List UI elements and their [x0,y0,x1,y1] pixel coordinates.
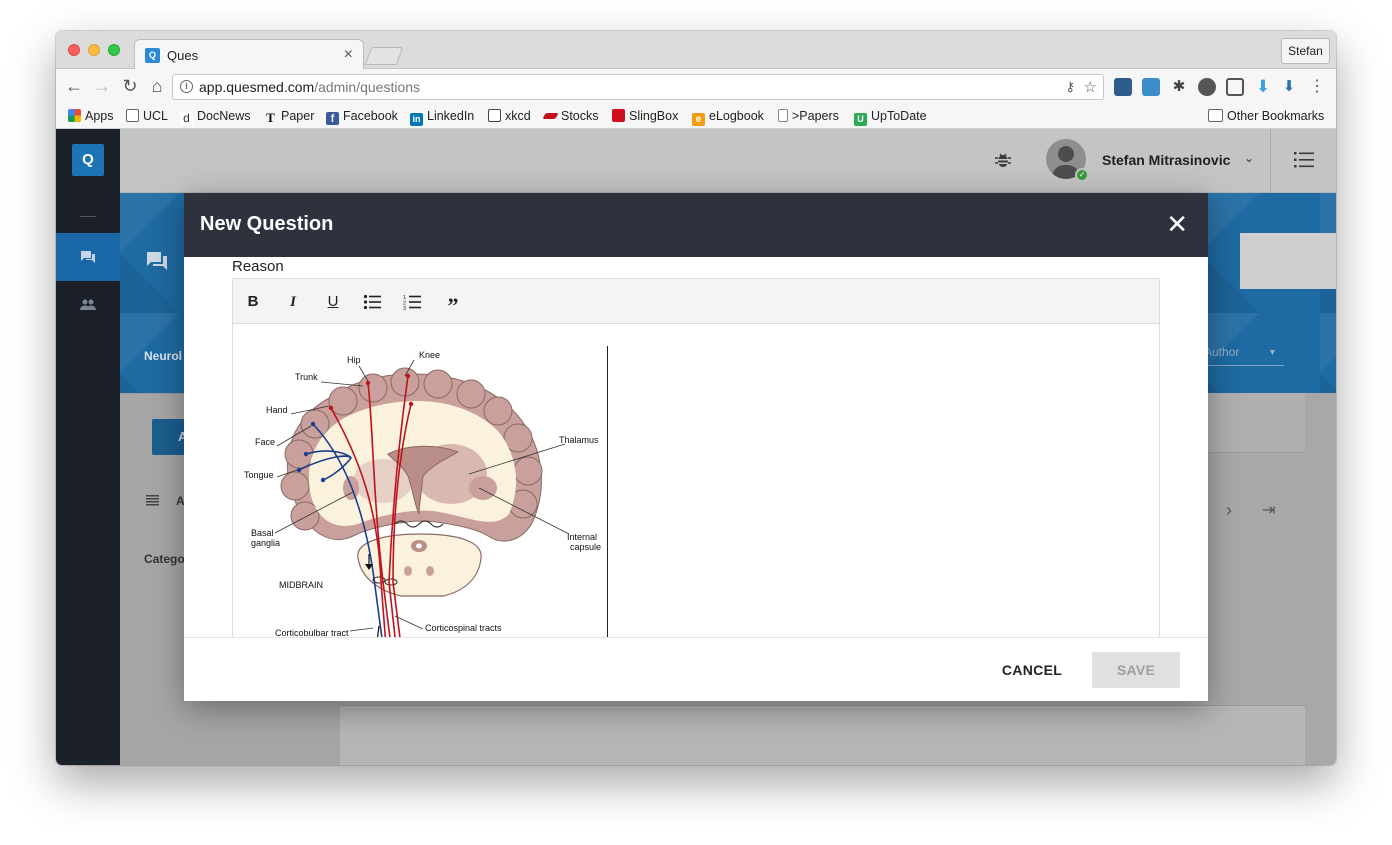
folder-icon [126,109,139,122]
brain-cross-section-illustration: Knee Hip Trunk Hand Face Tongue Basal ga… [244,350,601,637]
reason-editor[interactable]: B I U 123 ” Knee Hip Trunk Hand Face Ton… [232,278,1160,637]
label-hand: Hand [266,405,288,415]
numbered-list-icon[interactable]: 123 [403,293,423,311]
s-extension-icon[interactable] [1142,78,1160,96]
bookmarks-bar: Apps UCL d DocNews T Paper f Facebook in Lin… [56,105,1336,129]
bookmark-stocks[interactable]: Stocks [542,109,599,123]
bookmark-papers[interactable]: >Papers [778,109,839,123]
cancel-button[interactable]: CANCEL [992,652,1072,688]
password-key-icon[interactable]: ⚷ [1065,79,1075,95]
dialog-title: New Question [200,213,334,235]
more-menu-icon[interactable]: ⋮ [1308,78,1326,96]
bookmark-elogbook[interactable]: e eLogbook [692,109,764,126]
bookmark-star-icon[interactable]: ☆ [1084,78,1097,96]
info-icon[interactable]: i [180,80,193,93]
download-arrow-icon[interactable]: ⬇ [1254,78,1272,96]
bold-button[interactable]: B [243,293,263,311]
dialog-header: New Question ✕ [184,193,1208,257]
linkedin-icon: in [410,113,423,126]
nyt-icon: T [266,110,275,125]
other-bookmarks[interactable]: Other Bookmarks [1208,109,1324,123]
motor-pathway-diagram: Knee Hip Trunk Hand Face Tongue Basal ga… [233,346,608,637]
facebook-icon: f [326,112,339,125]
italic-button[interactable]: I [283,293,303,311]
forward-arrow-icon[interactable]: → [92,76,112,97]
pocket-icon[interactable]: ⬇ [1280,78,1298,96]
bookmark-docnews[interactable]: d DocNews [180,109,251,125]
close-window-button[interactable] [68,44,80,56]
quesmed-app: Q ✓ Stefan Mitrasinovic ⌄ Neurol Author … [56,129,1336,765]
elogbook-icon: e [692,113,705,126]
home-icon[interactable]: ⌂ [147,76,167,97]
new-question-dialog: New Question ✕ Reason B I U 123 ” Knee H… [184,193,1208,701]
stocks-icon [542,113,559,119]
browser-window: Q Ques × Stefan ← → ↻ ⌂ i app.quesmed.co… [56,31,1336,765]
docnews-icon: d [180,112,193,125]
quesmed-favicon-icon: Q [145,48,160,63]
url-text[interactable]: app.quesmed.com/admin/questions [199,79,420,95]
label-trunk: Trunk [295,372,318,382]
label-basal-2: ganglia [251,538,280,548]
folder-icon [1208,109,1223,122]
slingbox-icon [612,109,625,122]
title-bar: Q Ques × Stefan [56,31,1336,70]
bookmark-facebook[interactable]: f Facebook [326,109,398,125]
browser-tab[interactable]: Q Ques × [134,39,364,70]
label-corticospinal: Corticospinal tracts [425,623,502,633]
bookmark-xkcd[interactable]: xkcd [488,109,531,123]
label-internal-1: Internal [567,532,597,542]
blockquote-icon[interactable]: ” [443,293,463,318]
label-thalamus: Thalamus [559,435,599,445]
xkcd-icon [488,109,501,122]
browser-toolbar: ← → ↻ ⌂ i app.quesmed.com/admin/question… [56,69,1336,105]
label-face: Face [255,437,275,447]
minimize-window-button[interactable] [88,44,100,56]
tab-close-icon[interactable]: × [344,46,353,64]
bookmark-ucl[interactable]: UCL [126,109,168,123]
bookmark-slingbox[interactable]: SlingBox [612,109,678,123]
svg-text:3: 3 [403,306,406,311]
apps-grid-icon [68,109,81,122]
profile-button[interactable]: Stefan [1281,38,1330,64]
label-corticobulbar: Corticobulbar tract [275,628,349,637]
bookmark-paper[interactable]: T Paper [264,109,314,124]
zoom-window-button[interactable] [108,44,120,56]
reload-icon[interactable]: ↻ [120,76,140,97]
dialog-body: Reason B I U 123 ” Knee Hip Trunk Hand F… [184,257,1208,637]
bookmark-uptodate[interactable]: U UpToDate [854,109,927,126]
tab-title: Ques [167,48,199,63]
label-tongue: Tongue [244,470,274,480]
label-internal-2: capsule [570,542,601,552]
uptodate-icon: U [854,113,867,126]
address-bar[interactable]: i app.quesmed.com/admin/questions ⚷ ☆ [172,74,1104,100]
label-hip: Hip [347,355,361,365]
bookmark-linkedin[interactable]: in LinkedIn [410,109,474,126]
bug-extension-icon[interactable]: ✱ [1170,78,1188,96]
editor-toolbar: B I U 123 ” [233,279,1159,324]
bookmark-apps[interactable]: Apps [68,109,114,123]
close-icon[interactable]: ✕ [1166,211,1188,237]
new-tab-button[interactable] [364,47,404,65]
label-basal-1: Basal [251,528,274,538]
dialog-footer: CANCEL SAVE [184,637,1208,701]
cast-icon[interactable] [1226,78,1244,96]
globe-extension-icon[interactable] [1198,78,1216,96]
save-button[interactable]: SAVE [1092,652,1180,688]
reason-label: Reason [232,258,284,275]
download-extension-icon[interactable] [1114,78,1132,96]
bulleted-list-icon[interactable] [363,293,383,311]
underline-button[interactable]: U [323,293,343,311]
back-arrow-icon[interactable]: ← [64,76,84,97]
label-knee: Knee [419,350,440,360]
page-icon [778,109,788,122]
label-midbrain: MIDBRAIN [279,580,323,590]
